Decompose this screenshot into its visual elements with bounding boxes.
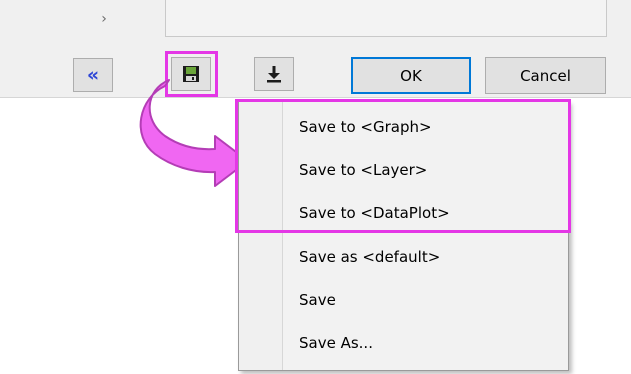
ok-button[interactable]: OK: [351, 57, 471, 94]
expander-glyph: ›: [101, 11, 107, 27]
dialog-divider: [0, 97, 631, 98]
cancel-button[interactable]: Cancel: [485, 57, 606, 94]
double-chevron-left-icon: «: [86, 64, 100, 86]
menu-item-save[interactable]: Save: [299, 291, 336, 309]
menu-item-save-as-default[interactable]: Save as <default>: [299, 248, 440, 266]
expander-chevron-icon[interactable]: ›: [86, 8, 122, 30]
collapse-button[interactable]: «: [73, 58, 113, 92]
curved-arrow-icon: [139, 79, 249, 187]
menu-item-save-as[interactable]: Save As...: [299, 334, 373, 352]
menu-group-highlight: [235, 99, 571, 233]
download-arrow-icon: [267, 66, 281, 83]
download-button[interactable]: [254, 57, 294, 91]
dialog-region: › « OK Cancel Save to <Graph> Save to <L…: [0, 0, 631, 374]
text-field-box[interactable]: [165, 0, 607, 37]
